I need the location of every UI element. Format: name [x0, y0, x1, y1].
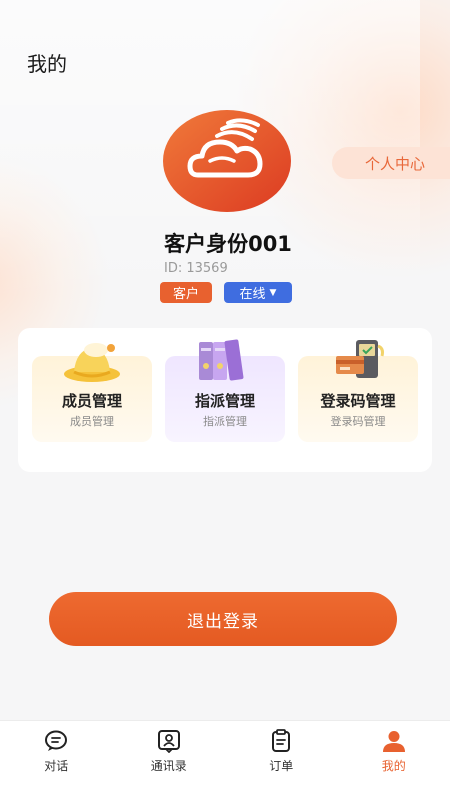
status-dropdown[interactable]: 在线 ▼ — [224, 282, 292, 303]
feature-title: 指派管理 — [194, 392, 255, 410]
tab-label: 我的 — [381, 759, 406, 773]
tab-contacts[interactable]: 通讯录 — [113, 721, 226, 800]
hat-icon — [64, 343, 120, 382]
bottom-tab-bar: 对话 通讯录 订单 我的 — [0, 720, 450, 800]
feature-subtitle: 登录码管理 — [330, 415, 386, 428]
user-id: ID: 13569 — [164, 261, 228, 276]
tab-label: 通讯录 — [150, 759, 187, 773]
feature-title: 成员管理 — [61, 392, 122, 410]
role-tag: 客户 — [160, 282, 212, 303]
tab-label: 对话 — [44, 759, 69, 773]
member-management-card[interactable]: 成员管理 成员管理 — [32, 343, 152, 442]
profile-center-button[interactable]: 个人中心 — [332, 147, 450, 179]
logout-button[interactable]: 退出登录 — [49, 592, 397, 646]
features-card: 成员管理 成员管理 指派管理 指派管理 登录码管理 登录码管理 — [18, 328, 432, 472]
user-name: 客户身份001 — [164, 232, 292, 256]
feature-title: 登录码管理 — [320, 392, 396, 410]
feature-subtitle: 成员管理 — [70, 415, 114, 428]
tab-mine[interactable]: 我的 — [338, 721, 450, 800]
chat-icon — [45, 730, 68, 751]
person-icon — [382, 731, 405, 752]
contacts-icon — [157, 730, 180, 753]
folders-icon — [199, 339, 244, 381]
login-code-management-card[interactable]: 登录码管理 登录码管理 — [298, 340, 418, 442]
status-label: 在线 — [239, 287, 266, 302]
card-terminal-icon — [336, 340, 384, 378]
order-icon — [272, 729, 291, 752]
avatar[interactable] — [162, 109, 292, 213]
tab-label: 订单 — [269, 759, 294, 773]
chevron-down-icon: ▼ — [269, 287, 277, 298]
page-title: 我的 — [27, 52, 67, 76]
tab-chat[interactable]: 对话 — [0, 721, 113, 800]
tab-orders[interactable]: 订单 — [225, 721, 338, 800]
assignment-management-card[interactable]: 指派管理 指派管理 — [165, 339, 285, 442]
cloud-logo-icon — [163, 110, 291, 212]
feature-subtitle: 指派管理 — [203, 415, 247, 428]
